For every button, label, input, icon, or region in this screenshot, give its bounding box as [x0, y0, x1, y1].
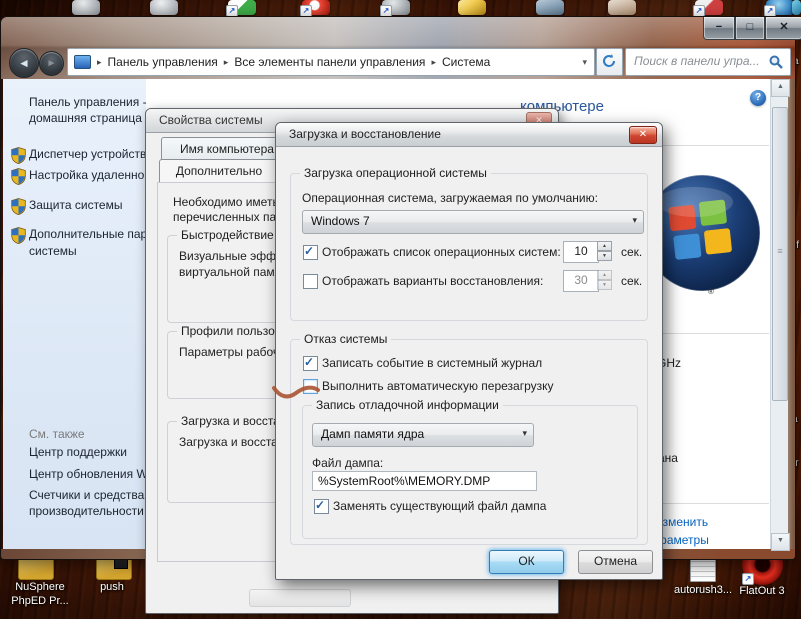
recovery-seconds-stepper[interactable]: ▲ ▼	[597, 270, 612, 290]
desktop-icon[interactable]	[458, 0, 486, 15]
search-icon[interactable]	[769, 55, 784, 70]
system-failure-group-label: Отказ системы	[300, 332, 391, 346]
sidebar-item-home[interactable]: Панель управления - домашняя страница	[29, 94, 159, 126]
spin-up-icon[interactable]: ▲	[597, 270, 612, 280]
os-combobox-value: Windows 7	[311, 214, 370, 228]
uac-shield-icon	[11, 227, 26, 244]
breadcrumb-control-panel[interactable]: Панель управления	[108, 55, 218, 69]
minimize-button[interactable]: −	[703, 17, 735, 40]
breadcrumb-separator-icon: ▸	[218, 57, 235, 68]
performance-group-label: Быстродействие	[177, 228, 278, 242]
desktop-shortcut-icon[interactable]: ↗	[302, 0, 330, 15]
window-right-frame	[787, 79, 795, 549]
spin-down-icon[interactable]: ▼	[597, 280, 612, 290]
log-event-label: Записать событие в системный журнал	[322, 356, 542, 370]
debug-info-group-label: Запись отладочной информации	[312, 398, 503, 412]
startup-recovery-titlebar[interactable]: Загрузка и восстановление ✕	[276, 123, 662, 147]
seconds-unit: сек.	[621, 274, 642, 288]
annotation-squiggle	[270, 378, 322, 404]
desktop-icon-label[interactable]: NuSphere PhpED Pr...	[2, 580, 78, 608]
check-icon: ✓	[315, 498, 325, 512]
address-dropdown-icon[interactable]: ▾	[582, 57, 594, 68]
desktop-icon[interactable]	[792, 0, 801, 15]
dump-type-value: Дамп памяти ядра	[321, 427, 424, 441]
search-placeholder: Поиск в панели упра...	[626, 49, 790, 73]
desktop-shortcut-icon[interactable]: ↗	[766, 0, 794, 15]
sidebar-item-performance-tools[interactable]: Счетчики и средства производительности	[29, 487, 155, 519]
overwrite-dump-checkbox[interactable]: ✓	[314, 499, 329, 514]
tab-advanced[interactable]: Дополнительно	[159, 159, 279, 184]
desktop-shortcut-icon[interactable]: ↗	[228, 0, 256, 15]
desktop-icon[interactable]	[536, 0, 564, 15]
chevron-down-icon: ▾	[632, 215, 637, 226]
help-icon[interactable]: ?	[750, 90, 766, 106]
cancel-button[interactable]: Отмена	[578, 550, 653, 574]
check-icon: ✓	[304, 244, 314, 258]
refresh-icon	[601, 53, 617, 69]
uac-shield-icon	[11, 198, 26, 215]
see-also-heading: См. также	[29, 427, 85, 441]
desktop-shortcut-icon[interactable]: ↗	[382, 0, 410, 15]
search-input[interactable]: Поиск в панели упра...	[625, 48, 791, 76]
obscured-button[interactable]	[249, 589, 351, 607]
desktop-icon-label[interactable]: FlatOut 3	[724, 584, 800, 598]
check-icon: ✓	[304, 355, 314, 369]
startup-recovery-dialog: Загрузка и восстановление ✕ Загрузка опе…	[275, 122, 663, 580]
os-list-seconds-stepper[interactable]: ▲ ▼	[597, 241, 612, 261]
boot-group-label: Загрузка операционной системы	[300, 166, 491, 180]
system-icon	[74, 55, 91, 69]
desktop-icon[interactable]	[608, 0, 636, 15]
address-bar[interactable]: ▸ Панель управления ▸ Все элементы панел…	[67, 48, 595, 76]
close-button[interactable]: ✕	[629, 126, 657, 144]
dump-type-combobox[interactable]: Дамп памяти ядра ▾	[312, 423, 534, 447]
scroll-down-button[interactable]: ▼	[771, 533, 790, 551]
desktop-icon-label[interactable]: push	[74, 580, 150, 594]
spin-up-icon[interactable]: ▲	[597, 241, 612, 251]
breadcrumb-separator-icon: ▸	[425, 57, 442, 68]
breadcrumb-system[interactable]: Система	[442, 55, 490, 69]
maximize-button[interactable]: □	[735, 17, 765, 40]
breadcrumb-separator-icon: ▸	[91, 57, 108, 68]
dialog-title: Загрузка и восстановление	[289, 127, 441, 141]
seconds-unit: сек.	[621, 245, 642, 259]
desktop-shortcut-icon[interactable]: ↗	[695, 0, 723, 15]
refresh-button[interactable]	[596, 48, 623, 76]
uac-shield-icon	[11, 168, 26, 185]
dump-file-label: Файл дампа:	[312, 456, 383, 470]
show-os-list-checkbox[interactable]: ✓	[303, 245, 318, 260]
close-button[interactable]: ✕	[765, 17, 801, 40]
vertical-scrollbar[interactable]: ▲ ≡ ▼	[770, 79, 788, 549]
breadcrumb-all-items[interactable]: Все элементы панели управления	[234, 55, 425, 69]
recycle-bin-icon[interactable]	[150, 0, 178, 15]
dialog-title: Свойства системы	[159, 113, 263, 127]
scroll-up-button[interactable]: ▲	[771, 79, 790, 97]
scrollbar-grip-icon: ≡	[775, 246, 785, 256]
dump-file-input[interactable]: %SystemRoot%\MEMORY.DMP	[312, 471, 537, 491]
scrollbar-thumb[interactable]: ≡	[772, 107, 788, 401]
log-event-checkbox[interactable]: ✓	[303, 356, 318, 371]
chevron-down-icon: ▾	[522, 428, 527, 439]
os-list-seconds-input[interactable]: 10	[563, 241, 599, 263]
os-default-label: Операционная система, загружаемая по умо…	[302, 191, 598, 205]
forward-button[interactable]: ►	[39, 51, 64, 76]
back-button[interactable]: ◄	[9, 48, 39, 78]
show-recovery-label: Отображать варианты восстановления:	[322, 274, 543, 288]
recovery-seconds-input[interactable]: 30	[563, 270, 599, 292]
spin-down-icon[interactable]: ▼	[597, 251, 612, 261]
os-combobox[interactable]: Windows 7 ▾	[302, 210, 644, 234]
auto-restart-label: Выполнить автоматическую перезагрузку	[322, 379, 554, 393]
overwrite-dump-label: Заменять существующий файл дампа	[333, 499, 546, 513]
uac-shield-icon	[11, 147, 26, 164]
window-controls: − □ ✕	[703, 17, 801, 39]
ok-button[interactable]: ОК	[489, 550, 564, 574]
show-os-list-label: Отображать список операционных систем:	[322, 245, 561, 259]
show-recovery-checkbox[interactable]	[303, 274, 318, 289]
desktop-icon[interactable]	[72, 0, 100, 15]
registered-mark: ®	[708, 287, 714, 296]
